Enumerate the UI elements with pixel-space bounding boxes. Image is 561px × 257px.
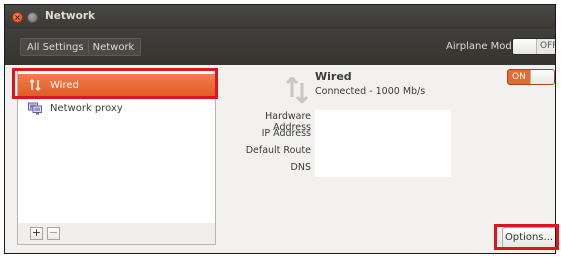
- airplane-mode-switch[interactable]: OFF: [512, 38, 556, 55]
- switch-knob: [530, 70, 554, 84]
- connection-name: Wired: [315, 70, 352, 83]
- connection-details-panel: [315, 110, 451, 177]
- breadcrumb-divider: [87, 40, 89, 54]
- network-settings-window: × Network All Settings Network Airplane …: [4, 4, 556, 254]
- breadcrumb-all-settings[interactable]: All Settings: [25, 42, 86, 53]
- dns-label: DNS: [290, 162, 311, 173]
- title-bar: × Network: [5, 5, 555, 29]
- close-icon: ×: [14, 13, 21, 22]
- breadcrumb: All Settings Network: [20, 38, 142, 56]
- breadcrumb-network[interactable]: Network: [91, 42, 137, 53]
- sidebar-toolbar: + −: [17, 223, 216, 245]
- minimize-window-button[interactable]: [27, 12, 38, 23]
- default-route-label: Default Route: [245, 145, 311, 156]
- toolbar: All Settings Network Airplane Mode OFF: [5, 29, 555, 65]
- network-proxy-icon: [28, 101, 42, 115]
- wired-switch-state: ON: [512, 72, 526, 82]
- sidebar-item-label: Network proxy: [50, 102, 123, 114]
- wired-connection-icon: [285, 75, 309, 106]
- airplane-mode-label: Airplane Mode: [446, 41, 518, 52]
- connection-status: Connected - 1000 Mb/s: [315, 86, 426, 97]
- window-title: Network: [45, 10, 96, 22]
- options-highlight-box: [494, 224, 559, 250]
- close-window-button[interactable]: ×: [12, 12, 23, 23]
- ip-address-label: IP Address: [261, 128, 311, 139]
- add-connection-button[interactable]: +: [30, 227, 43, 240]
- wired-connection-switch[interactable]: ON: [507, 69, 555, 85]
- switch-knob: [513, 39, 537, 54]
- wired-highlight-box: [12, 68, 218, 99]
- airplane-mode-state: OFF: [540, 41, 556, 51]
- remove-connection-button[interactable]: −: [47, 227, 60, 240]
- sidebar-item-network-proxy[interactable]: Network proxy: [18, 97, 215, 119]
